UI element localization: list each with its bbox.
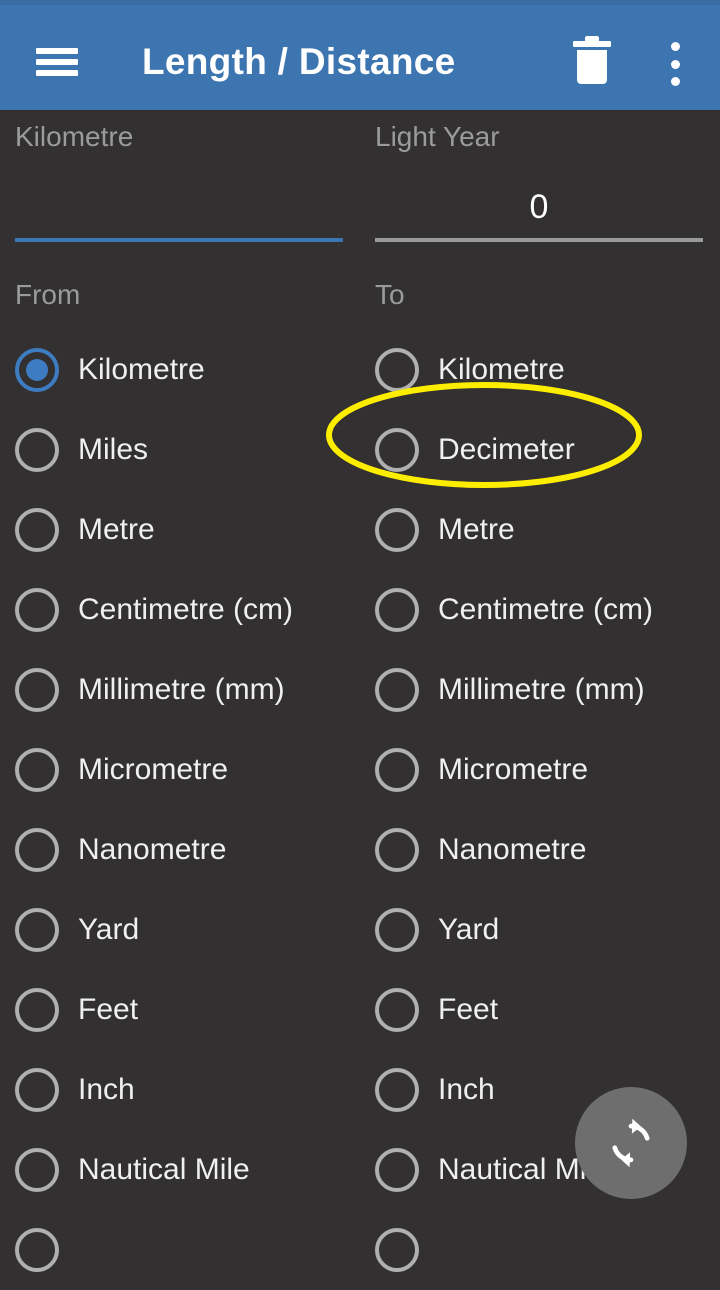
radio-label: Nautical Mile <box>78 1153 250 1186</box>
radio-row[interactable] <box>15 1210 360 1290</box>
radio-icon[interactable] <box>15 1068 59 1112</box>
overflow-dot <box>670 42 680 51</box>
radio-label: Inch <box>78 1073 135 1106</box>
radio-icon[interactable] <box>375 1068 419 1112</box>
to-column-header: To <box>375 279 405 310</box>
radio-label: Yard <box>78 913 140 946</box>
radio-icon-selected[interactable] <box>15 348 59 392</box>
radio-row[interactable]: Micrometre <box>15 730 360 810</box>
radio-label: Kilometre <box>438 353 565 386</box>
to-field-group: Light Year 0 <box>375 120 703 242</box>
radio-row[interactable]: Nanometre <box>375 810 720 890</box>
more-vertical-icon[interactable] <box>666 42 684 86</box>
radio-row[interactable]: Nautical Mile <box>15 1130 360 1210</box>
radio-label: Kilometre <box>78 353 205 386</box>
hamburger-menu-icon[interactable] <box>36 48 78 76</box>
trash-lid <box>573 41 611 47</box>
radio-icon[interactable] <box>375 588 419 632</box>
hamburger-bar <box>36 48 78 54</box>
radio-row[interactable]: Kilometre <box>375 330 720 410</box>
radio-icon[interactable] <box>375 1148 419 1192</box>
radio-label: Feet <box>438 993 499 1026</box>
radio-row[interactable]: Feet <box>375 970 720 1050</box>
radio-label: Micrometre <box>78 753 229 786</box>
radio-label: Micrometre <box>438 753 589 786</box>
from-field-group: Kilometre <box>15 120 343 242</box>
trash-body <box>577 50 607 84</box>
radio-label: Metre <box>78 513 155 546</box>
radio-label: Nanometre <box>78 833 227 866</box>
radio-icon[interactable] <box>15 908 59 952</box>
from-column-header: From <box>15 279 81 310</box>
from-field-underline <box>15 238 343 242</box>
radio-icon[interactable] <box>375 668 419 712</box>
app-bar: Length / Distance <box>0 5 720 110</box>
radio-label: Nanometre <box>438 833 587 866</box>
radio-label: Millimetre (mm) <box>78 673 285 706</box>
trash-icon[interactable] <box>573 36 611 85</box>
radio-icon[interactable] <box>15 668 59 712</box>
radio-icon[interactable] <box>15 508 59 552</box>
radio-row[interactable]: Decimeter <box>375 410 720 490</box>
radio-row[interactable]: Inch <box>15 1050 360 1130</box>
radio-row[interactable]: Feet <box>15 970 360 1050</box>
radio-row[interactable]: Kilometre <box>15 330 360 410</box>
radio-icon[interactable] <box>375 508 419 552</box>
radio-icon[interactable] <box>15 428 59 472</box>
from-unit-list: Kilometre Miles Metre Centimetre (cm) Millim… <box>15 330 360 1290</box>
overflow-dot <box>670 77 680 86</box>
to-field-input[interactable]: 0 <box>375 176 703 238</box>
radio-row[interactable]: Micrometre <box>375 730 720 810</box>
radio-icon[interactable] <box>15 828 59 872</box>
from-field-input[interactable] <box>15 176 343 238</box>
radio-row[interactable]: Centimetre (cm) <box>375 570 720 650</box>
radio-icon[interactable] <box>15 748 59 792</box>
radio-icon[interactable] <box>375 428 419 472</box>
radio-row[interactable]: Yard <box>15 890 360 970</box>
radio-row[interactable]: Millimetre (mm) <box>375 650 720 730</box>
hamburger-bar <box>36 59 78 65</box>
hamburger-bar <box>36 70 78 76</box>
radio-icon[interactable] <box>15 1228 59 1272</box>
radio-row[interactable]: Metre <box>375 490 720 570</box>
swap-refresh-icon <box>612 1118 650 1168</box>
radio-row[interactable]: Nanometre <box>15 810 360 890</box>
radio-label: Miles <box>78 433 149 466</box>
radio-icon[interactable] <box>375 828 419 872</box>
radio-icon[interactable] <box>375 908 419 952</box>
swap-units-fab[interactable] <box>575 1087 687 1199</box>
radio-label: Centimetre (cm) <box>438 593 654 626</box>
to-field-underline <box>375 238 703 242</box>
radio-row[interactable] <box>375 1210 720 1290</box>
radio-row[interactable]: Millimetre (mm) <box>15 650 360 730</box>
radio-icon[interactable] <box>375 988 419 1032</box>
radio-label: Yard <box>438 913 500 946</box>
radio-icon[interactable] <box>15 1148 59 1192</box>
radio-label: Feet <box>78 993 139 1026</box>
radio-icon[interactable] <box>375 748 419 792</box>
radio-row[interactable]: Miles <box>15 410 360 490</box>
radio-row[interactable]: Metre <box>15 490 360 570</box>
radio-icon[interactable] <box>15 988 59 1032</box>
radio-icon[interactable] <box>375 1228 419 1272</box>
radio-label: Centimetre (cm) <box>78 593 294 626</box>
radio-row[interactable]: Yard <box>375 890 720 970</box>
from-field-label: Kilometre <box>15 121 134 152</box>
page-title: Length / Distance <box>142 41 456 82</box>
radio-row[interactable]: Centimetre (cm) <box>15 570 360 650</box>
radio-icon[interactable] <box>375 348 419 392</box>
radio-label: Millimetre (mm) <box>438 673 645 706</box>
radio-label: Metre <box>438 513 515 546</box>
overflow-dot <box>670 59 680 69</box>
radio-icon[interactable] <box>15 588 59 632</box>
radio-label: Decimeter <box>438 433 575 466</box>
to-field-label: Light Year <box>375 121 500 152</box>
radio-label: Inch <box>438 1073 495 1106</box>
